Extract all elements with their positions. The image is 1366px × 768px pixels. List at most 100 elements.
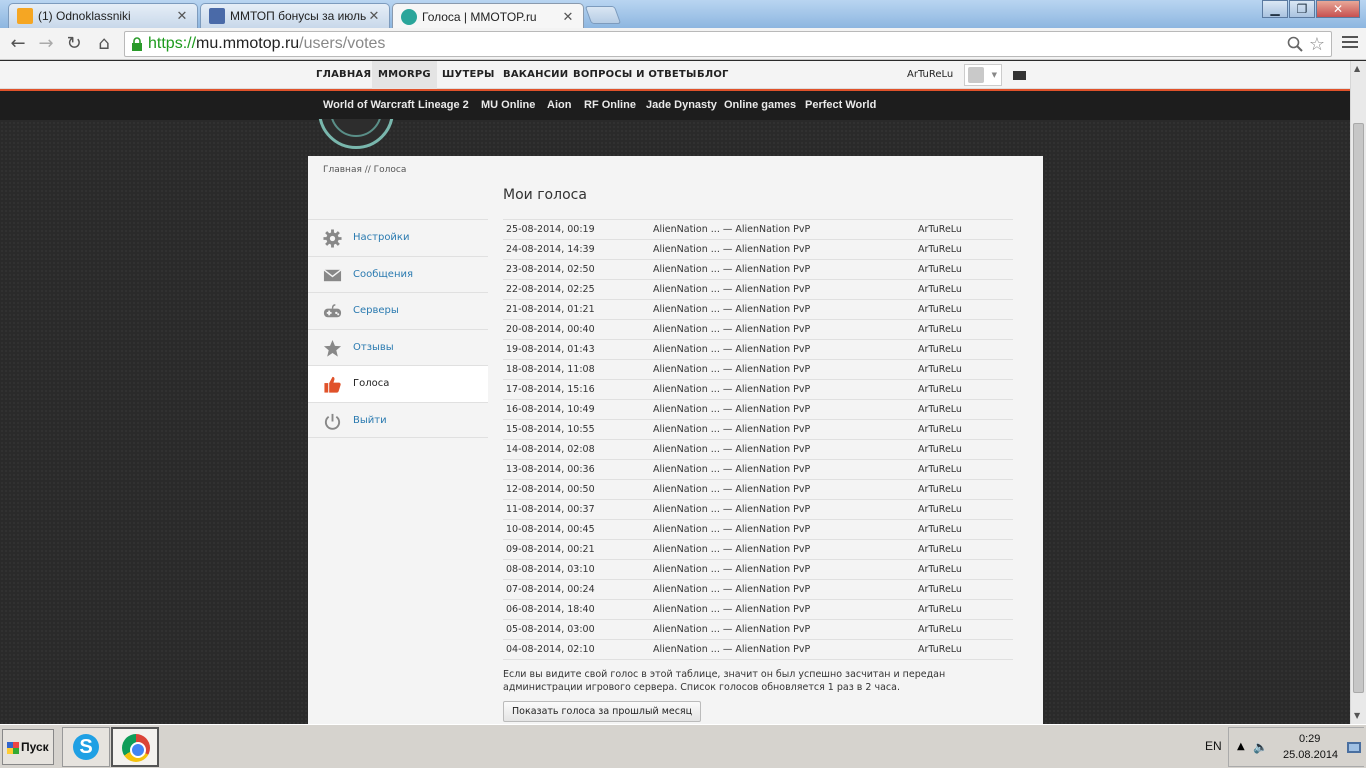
minimize-button[interactable]: ▁ [1262, 0, 1288, 18]
game-link-rf-online[interactable]: RF Online [584, 99, 636, 111]
vote-user[interactable]: ArTuReLu [918, 244, 962, 255]
game-link-lineage2[interactable]: Lineage 2 [418, 99, 469, 111]
vote-server[interactable]: AlienNation ... — AlienNation PvP [653, 364, 810, 375]
sidebar-item-reviews[interactable]: Отзывы [308, 328, 488, 366]
vote-server[interactable]: AlienNation ... — AlienNation PvP [653, 304, 810, 315]
language-indicator[interactable]: EN [1205, 739, 1222, 753]
back-arrow-icon[interactable]: ← [6, 32, 30, 56]
vote-server[interactable]: AlienNation ... — AlienNation PvP [653, 484, 810, 495]
scroll-down-arrow-icon[interactable]: ▼ [1354, 711, 1360, 720]
game-link-aion[interactable]: Aion [547, 99, 571, 111]
zoom-icon[interactable] [1287, 36, 1303, 52]
close-icon[interactable]: ✕ [367, 8, 381, 24]
menu-icon[interactable] [1342, 36, 1358, 50]
username[interactable]: ArTuReLu [907, 69, 953, 80]
vote-server[interactable]: AlienNation ... — AlienNation PvP [653, 544, 810, 555]
maximize-button[interactable]: ❐ [1289, 0, 1315, 18]
sidebar-item-messages[interactable]: Сообщения [308, 255, 488, 293]
vote-user[interactable]: ArTuReLu [918, 524, 962, 535]
vote-user[interactable]: ArTuReLu [918, 284, 962, 295]
nav-shooters[interactable]: ШУТЕРЫ [436, 61, 501, 89]
vote-server[interactable]: AlienNation ... — AlienNation PvP [653, 344, 810, 355]
vote-server[interactable]: AlienNation ... — AlienNation PvP [653, 264, 810, 275]
forward-arrow-icon[interactable]: → [34, 32, 58, 56]
nav-mmorpg[interactable]: MMORPG [372, 61, 437, 89]
vote-user[interactable]: ArTuReLu [918, 544, 962, 555]
scroll-up-arrow-icon[interactable]: ▲ [1354, 64, 1360, 73]
vote-server[interactable]: AlienNation ... — AlienNation PvP [653, 284, 810, 295]
reload-icon[interactable]: ↻ [62, 32, 86, 56]
vote-user[interactable]: ArTuReLu [918, 424, 962, 435]
new-tab-button[interactable] [584, 6, 622, 24]
vote-server[interactable]: AlienNation ... — AlienNation PvP [653, 464, 810, 475]
breadcrumb[interactable]: Главная // Голоса [323, 165, 406, 175]
vote-server[interactable]: AlienNation ... — AlienNation PvP [653, 584, 810, 595]
home-icon[interactable]: ⌂ [92, 32, 116, 56]
game-link-wow[interactable]: World of Warcraft [323, 99, 415, 111]
vote-server[interactable]: AlienNation ... — AlienNation PvP [653, 424, 810, 435]
volume-icon[interactable]: 🔈 [1253, 740, 1268, 754]
sidebar-item-votes[interactable]: Голоса [308, 365, 488, 402]
vote-user[interactable]: ArTuReLu [918, 564, 962, 575]
game-link-mu-online[interactable]: MU Online [481, 99, 535, 111]
taskbar-skype[interactable]: S [62, 727, 110, 767]
game-link-jade-dynasty[interactable]: Jade Dynasty [646, 99, 717, 111]
vote-user[interactable]: ArTuReLu [918, 224, 962, 235]
bookmark-star-icon[interactable]: ☆ [1309, 34, 1325, 55]
vote-server[interactable]: AlienNation ... — AlienNation PvP [653, 404, 810, 415]
vote-server[interactable]: AlienNation ... — AlienNation PvP [653, 604, 810, 615]
start-button[interactable]: Пуск [2, 729, 54, 765]
envelope-icon[interactable] [1013, 71, 1026, 80]
close-window-button[interactable]: ✕ [1316, 0, 1360, 18]
close-icon[interactable]: ✕ [175, 8, 189, 24]
nav-home[interactable]: ГЛАВНАЯ [310, 61, 377, 89]
vote-user[interactable]: ArTuReLu [918, 584, 962, 595]
show-hidden-icons-icon[interactable]: ▲ [1237, 741, 1245, 752]
show-previous-month-button[interactable]: Показать голоса за прошлый месяц [503, 701, 702, 722]
vote-user[interactable]: ArTuReLu [918, 644, 962, 655]
game-link-perfect-world[interactable]: Perfect World [805, 99, 876, 111]
vertical-scrollbar[interactable]: ▲ ▼ [1350, 61, 1366, 724]
clock-time[interactable]: 0:29 [1299, 733, 1320, 745]
vote-user[interactable]: ArTuReLu [918, 264, 962, 275]
vote-user[interactable]: ArTuReLu [918, 304, 962, 315]
vote-server[interactable]: AlienNation ... — AlienNation PvP [653, 444, 810, 455]
address-bar[interactable]: https://mu.mmotop.ru/users/votes ☆ [124, 31, 1332, 57]
vote-server[interactable]: AlienNation ... — AlienNation PvP [653, 644, 810, 655]
vote-user[interactable]: ArTuReLu [918, 324, 962, 335]
game-link-online-games[interactable]: Online games [724, 99, 796, 111]
vote-server[interactable]: AlienNation ... — AlienNation PvP [653, 564, 810, 575]
vote-user[interactable]: ArTuReLu [918, 344, 962, 355]
scrollbar-thumb[interactable] [1353, 123, 1364, 693]
vote-user[interactable]: ArTuReLu [918, 404, 962, 415]
tab-odnoklassniki[interactable]: (1) Odnoklassniki ✕ [8, 3, 198, 28]
sidebar-item-servers[interactable]: Серверы [308, 292, 488, 329]
vote-user[interactable]: ArTuReLu [918, 444, 962, 455]
vote-server[interactable]: AlienNation ... — AlienNation PvP [653, 384, 810, 395]
vote-server[interactable]: AlienNation ... — AlienNation PvP [653, 504, 810, 515]
nav-qa[interactable]: ВОПРОСЫ И ОТВЕТЫ [567, 61, 703, 89]
taskbar-chrome[interactable] [111, 727, 159, 767]
nav-vacancies[interactable]: ВАКАНСИИ [497, 61, 574, 89]
sidebar-item-logout[interactable]: Выйти [308, 401, 488, 438]
clock-date[interactable]: 25.08.2014 [1283, 749, 1338, 761]
vote-server[interactable]: AlienNation ... — AlienNation PvP [653, 524, 810, 535]
vote-user[interactable]: ArTuReLu [918, 464, 962, 475]
vote-server[interactable]: AlienNation ... — AlienNation PvP [653, 324, 810, 335]
vote-user[interactable]: ArTuReLu [918, 504, 962, 515]
nav-blog[interactable]: БЛОГ [691, 61, 735, 89]
site-logo[interactable] [318, 119, 396, 149]
vote-user[interactable]: ArTuReLu [918, 484, 962, 495]
vote-user[interactable]: ArTuReLu [918, 604, 962, 615]
close-icon[interactable]: ✕ [561, 9, 575, 25]
avatar[interactable]: ▼ [964, 64, 1002, 86]
vote-user[interactable]: ArTuReLu [918, 624, 962, 635]
tab-mmotop-bonuses[interactable]: ММТОП бонусы за июль - А ✕ [200, 3, 390, 28]
show-desktop-icon[interactable] [1347, 742, 1361, 753]
vote-user[interactable]: ArTuReLu [918, 384, 962, 395]
vote-server[interactable]: AlienNation ... — AlienNation PvP [653, 224, 810, 235]
sidebar-item-settings[interactable]: Настройки [308, 219, 488, 256]
vote-server[interactable]: AlienNation ... — AlienNation PvP [653, 244, 810, 255]
vote-user[interactable]: ArTuReLu [918, 364, 962, 375]
tab-votes[interactable]: Голоса | MMOTOP.ru ✕ [392, 3, 584, 29]
